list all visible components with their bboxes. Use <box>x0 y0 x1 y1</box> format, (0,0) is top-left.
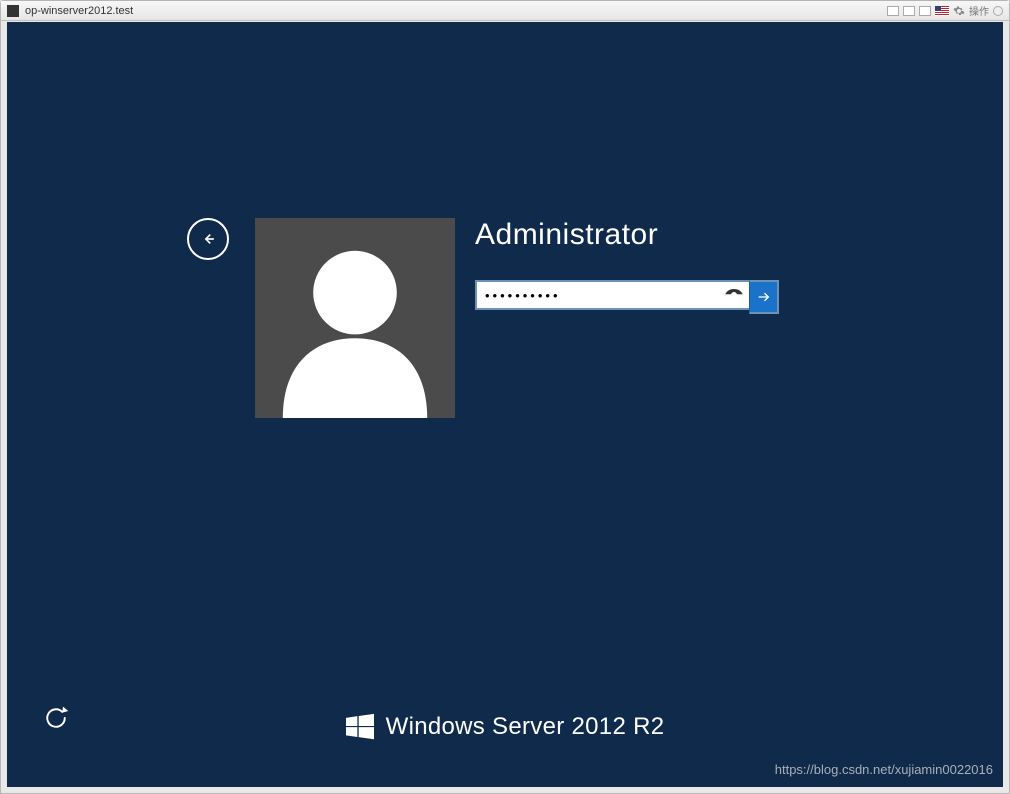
windows-login-screen: Administrator <box>7 22 1003 787</box>
reveal-password-button[interactable] <box>723 282 745 308</box>
vm-titlebar-right-controls: 操作 <box>887 3 1003 18</box>
vm-app-icon <box>7 5 19 17</box>
product-name-prefix: Windows Server <box>386 713 565 740</box>
product-suffix: R2 <box>633 713 664 740</box>
user-avatar <box>255 218 455 418</box>
display-mode-icon-3[interactable] <box>919 6 931 16</box>
vm-titlebar: op-winserver2012.test 操作 <box>1 1 1009 21</box>
gear-icon[interactable] <box>953 5 965 17</box>
password-input[interactable] <box>477 282 749 308</box>
password-input-wrap <box>477 282 749 308</box>
vm-action-menu-label[interactable]: 操作 <box>969 3 989 18</box>
product-brand: Windows Server 2012 R2 <box>7 713 1003 741</box>
product-name: Windows Server 2012 R2 <box>386 713 665 741</box>
person-icon <box>260 228 450 418</box>
arrow-left-icon <box>198 229 218 249</box>
us-flag-icon[interactable] <box>935 6 949 16</box>
vm-window-title: op-winserver2012.test <box>25 5 133 17</box>
back-button[interactable] <box>187 218 229 260</box>
product-year: 2012 <box>572 713 627 740</box>
windows-logo-icon <box>346 713 374 741</box>
login-form: Administrator <box>475 218 795 310</box>
vm-media-status-icon[interactable] <box>993 6 1003 16</box>
submit-button[interactable] <box>749 280 779 314</box>
watermark-text: https://blog.csdn.net/xujiamin0022016 <box>775 762 993 777</box>
vm-window: op-winserver2012.test 操作 <box>0 0 1010 794</box>
arrow-right-icon <box>756 289 772 305</box>
eye-icon <box>725 289 743 301</box>
display-mode-icon-2[interactable] <box>903 6 915 16</box>
username-label: Administrator <box>475 218 795 252</box>
display-mode-icon-1[interactable] <box>887 6 899 16</box>
password-row <box>475 280 777 310</box>
